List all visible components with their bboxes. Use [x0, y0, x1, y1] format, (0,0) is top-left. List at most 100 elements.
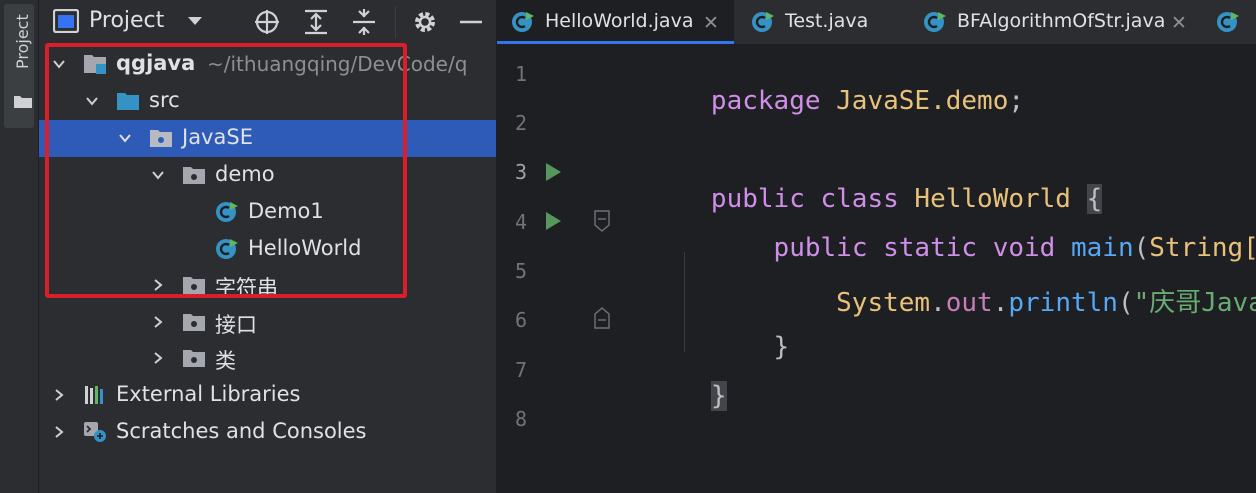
tree-item-path: ~/ithuangqing/DevCode/q [207, 52, 468, 76]
chevron-down-icon[interactable] [51, 56, 67, 72]
code-line-3: public class HelloWorld { [617, 154, 1103, 214]
tree-item-label: 接口 [215, 313, 257, 337]
tree-item-scratches[interactable]: Scratches and Consoles [39, 414, 496, 451]
line-number: 4 [514, 210, 527, 234]
tab-label: Test.java [785, 10, 869, 32]
class-name: System [836, 288, 931, 318]
gear-icon[interactable] [411, 8, 439, 36]
chevron-down-icon[interactable] [84, 93, 100, 109]
header-separator [395, 6, 396, 38]
java-class-icon [752, 12, 774, 32]
chevron-right-icon[interactable] [150, 350, 166, 366]
tool-window-strip: Project [0, 0, 39, 493]
fold-icon[interactable] [593, 210, 611, 232]
tree-item-label: HelloWorld [248, 236, 362, 260]
tree-item-demo[interactable]: demo [39, 157, 496, 194]
chevron-right-icon[interactable] [150, 314, 166, 330]
tab-overflow[interactable] [1202, 0, 1256, 44]
chevron-down-icon[interactable] [117, 130, 133, 146]
chevron-right-icon[interactable] [51, 424, 67, 440]
minimize-icon[interactable] [457, 8, 485, 36]
close-icon[interactable]: ✕ [703, 12, 719, 34]
punctuation: . [992, 288, 1009, 318]
java-class-icon [924, 12, 946, 32]
tree-item-label: JavaSE [182, 125, 253, 149]
tab-bfalgorithmofstr-java[interactable]: BFAlgorithmOfStr.java ✕ [909, 0, 1199, 44]
folder-icon [14, 96, 32, 108]
tree-item-label: Demo1 [248, 199, 324, 223]
tree-item-javase[interactable]: JavaSE [39, 120, 496, 157]
code-line-7: } [617, 351, 727, 411]
string-literal: "庆哥Java [1133, 288, 1256, 318]
project-tool-window-label: Project [13, 14, 32, 69]
tree-item-demo1[interactable]: Demo1 [39, 194, 496, 231]
project-view-title[interactable]: Project [89, 8, 164, 33]
punctuation: . [930, 288, 946, 318]
line-number: 7 [514, 358, 527, 382]
tree-item-string-package[interactable]: 字符串 [39, 267, 496, 304]
editor-tab-bar: HelloWorld.java ✕ Test.java BFAlgorithmO… [497, 0, 1256, 45]
package-icon [183, 314, 205, 331]
chevron-right-icon[interactable] [150, 277, 166, 293]
java-class-icon [512, 12, 534, 32]
line-number: 5 [514, 259, 527, 283]
project-tool-window-tab[interactable]: Project [4, 4, 34, 128]
tree-item-label: Scratches and Consoles [116, 419, 367, 443]
collapse-all-icon[interactable] [350, 8, 378, 36]
tree-item-label: External Libraries [116, 382, 301, 406]
source-folder-icon [117, 93, 139, 110]
tab-label: HelloWorld.java [545, 10, 694, 32]
locate-file-icon[interactable] [253, 8, 281, 36]
tree-item-interface-package[interactable]: 接口 [39, 304, 496, 341]
package-name: JavaSE.demo [836, 86, 1009, 116]
tree-item-helloworld[interactable]: HelloWorld [39, 231, 496, 268]
tree-item-external-libraries[interactable]: External Libraries [39, 377, 496, 414]
code-line-1: package JavaSE.demo; [617, 56, 1024, 116]
java-class-icon [216, 239, 238, 259]
editor-gutter: 1 2 3 4 5 6 7 8 [497, 44, 612, 493]
tree-item-label: demo [215, 162, 275, 186]
java-class-icon [1217, 12, 1239, 32]
tree-item-label: 字符串 [215, 276, 278, 300]
line-number: 3 [514, 160, 527, 184]
tree-item-label: src [149, 88, 180, 112]
package-icon [183, 350, 205, 367]
project-view-icon [53, 9, 79, 33]
libraries-icon [85, 386, 103, 404]
punctuation: ( [1117, 288, 1134, 318]
run-icon[interactable] [543, 161, 563, 183]
tab-helloworld-java[interactable]: HelloWorld.java ✕ [497, 0, 734, 44]
chevron-down-icon[interactable] [187, 14, 203, 28]
line-number: 1 [514, 62, 527, 86]
project-panel-header: Project [39, 0, 496, 44]
package-icon [183, 277, 205, 294]
code-editor: HelloWorld.java ✕ Test.java BFAlgorithmO… [497, 0, 1256, 493]
expand-all-icon[interactable] [302, 8, 330, 36]
code-line-5: System.out.println("庆哥Java [617, 252, 1256, 318]
tab-test-java[interactable]: Test.java [737, 0, 907, 44]
tree-item-class-package[interactable]: 类 [39, 340, 496, 377]
scratches-icon [84, 422, 106, 442]
tab-label: BFAlgorithmOfStr.java [957, 10, 1166, 32]
chevron-right-icon[interactable] [51, 387, 67, 403]
code-line-4: public static void main(String[ [617, 203, 1256, 263]
field-name: out [945, 288, 993, 318]
code-line-6: } [617, 302, 790, 362]
line-number: 6 [514, 308, 527, 332]
module-icon [84, 55, 106, 74]
tree-item-label: 类 [215, 349, 236, 373]
brace: } [710, 381, 727, 411]
tree-item-qgjava[interactable]: qgjava ~/ithuangqing/DevCode/q [39, 46, 496, 83]
tree-item-src[interactable]: src [39, 83, 496, 120]
package-icon [150, 130, 172, 147]
java-class-icon [216, 202, 238, 222]
package-icon [183, 167, 205, 184]
chevron-down-icon[interactable] [150, 167, 166, 183]
close-icon[interactable]: ✕ [1171, 12, 1187, 34]
brace: } [773, 332, 790, 362]
tree-item-label: qgjava [116, 51, 196, 75]
fold-icon[interactable] [593, 307, 611, 329]
run-icon[interactable] [543, 210, 563, 232]
keyword: package [710, 86, 837, 116]
code-area[interactable]: package JavaSE.demo; public class HelloW… [617, 44, 1256, 493]
